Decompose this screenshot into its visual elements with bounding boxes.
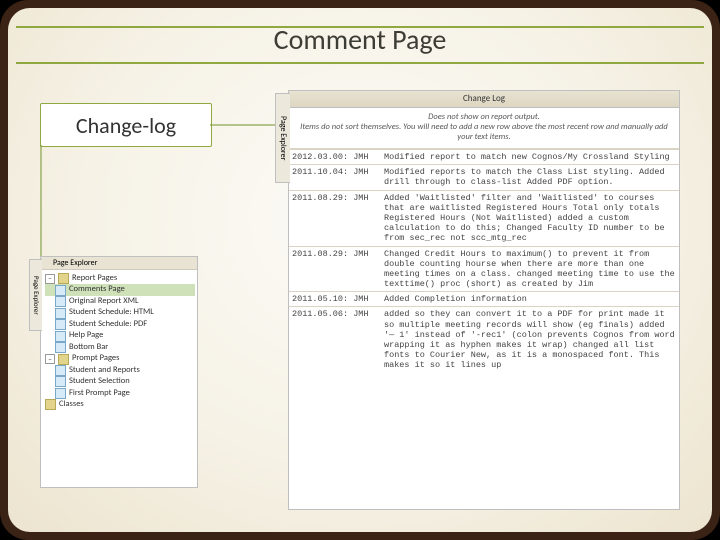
tree-item-comments[interactable]: Comments Page: [45, 284, 195, 295]
page-icon: [55, 331, 66, 342]
tree-root[interactable]: −Report Pages: [45, 273, 195, 284]
page-icon: [55, 296, 66, 307]
table-row: 2011.05.10: JMHAdded Completion informat…: [289, 292, 679, 307]
changelog-note: Does not show on report output. Items do…: [289, 108, 679, 149]
tree-item[interactable]: Bottom Bar: [45, 342, 195, 353]
collapse-icon[interactable]: −: [45, 354, 55, 364]
table-row: 2011.05.06: JMHadded so they can convert…: [289, 307, 679, 373]
changelog-table: 2012.03.00: JMHModified report to match …: [289, 149, 679, 373]
note-line-1: Does not show on report output.: [428, 112, 540, 122]
collapse-icon[interactable]: −: [45, 274, 55, 284]
page-icon: [55, 319, 66, 330]
tree-item[interactable]: Student Schedule: HTML: [45, 307, 195, 318]
page-explorer-tab[interactable]: Page Explorer: [275, 93, 290, 183]
tree-item[interactable]: Student Selection: [45, 376, 195, 387]
note-line-2: Items do not sort themselves. You will n…: [300, 122, 668, 142]
tree-group-prompt[interactable]: −Prompt Pages: [45, 353, 195, 364]
folder-icon: [45, 399, 56, 410]
page-icon: [55, 285, 66, 296]
page-icon: [55, 376, 66, 387]
changelog-panel: Page Explorer Change Log Does not show o…: [288, 90, 680, 510]
page-icon: [55, 365, 66, 376]
tree-item[interactable]: Original Report XML: [45, 296, 195, 307]
tree-item[interactable]: Help Page: [45, 330, 195, 341]
callout-label: Change-log: [76, 112, 176, 139]
page-icon: [55, 388, 66, 399]
slide-background: Comment Page Change-log Page Explorer Ch…: [8, 8, 712, 532]
tree-classes[interactable]: Classes: [45, 399, 195, 410]
folder-icon: [58, 273, 69, 284]
callout-changelog: Change-log: [40, 103, 212, 147]
page-icon: [55, 308, 66, 319]
page-title: Comment Page: [8, 22, 712, 57]
table-row: 2011.08.29: JMHChanged Credit Hours to m…: [289, 246, 679, 292]
table-row: 2012.03.00: JMHModified report to match …: [289, 150, 679, 165]
tree-item[interactable]: Student Schedule: PDF: [45, 319, 195, 330]
page-explorer-panel: Page Explorer Page Explorer −Report Page…: [40, 256, 198, 488]
folder-icon: [58, 354, 69, 365]
page-tree: −Report Pages Comments Page Original Rep…: [41, 270, 197, 413]
tree-item[interactable]: Student and Reports: [45, 365, 195, 376]
table-row: 2011.08.29: JMHAdded 'Waitlisted' filter…: [289, 190, 679, 246]
table-row: 2011.10.04: JMHModified reports to match…: [289, 165, 679, 190]
changelog-header: Change Log: [289, 91, 679, 108]
tree-item[interactable]: First Prompt Page: [45, 388, 195, 399]
page-explorer-tab[interactable]: Page Explorer: [29, 259, 42, 331]
page-explorer-header: Page Explorer: [41, 257, 197, 270]
page-icon: [55, 342, 66, 353]
